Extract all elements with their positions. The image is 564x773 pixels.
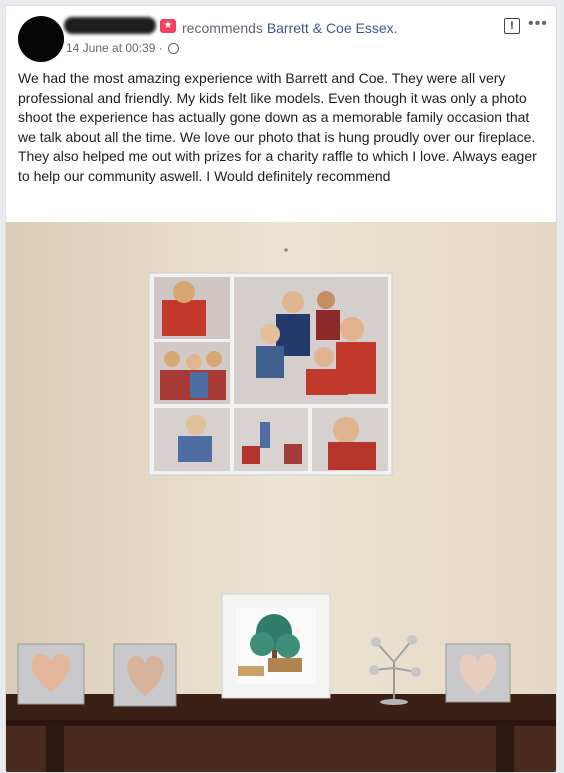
post-meta: 14 June at 00:39 · xyxy=(66,41,180,55)
post-header: ★ recommends Barrett & Coe Essex. 14 Jun… xyxy=(6,6,556,66)
recommend-star-icon: ★ xyxy=(160,19,176,33)
report-icon[interactable]: ! xyxy=(504,18,520,34)
page-name-link[interactable]: Barrett & Coe Essex. xyxy=(267,20,398,36)
photo-collage-canvas xyxy=(148,272,393,476)
meta-separator: · xyxy=(155,41,167,55)
post-timestamp[interactable]: 14 June at 00:39 xyxy=(66,41,155,55)
more-options-icon[interactable]: ••• xyxy=(528,16,548,32)
recommendation-line: recommends Barrett & Coe Essex. xyxy=(182,19,398,37)
wall-mark xyxy=(284,248,288,252)
globe-icon xyxy=(168,43,180,54)
mantelpiece xyxy=(6,694,556,772)
heart-photo-frame-left xyxy=(17,643,85,705)
post-body-text: We had the most amazing experience with … xyxy=(18,70,537,184)
post-card: ★ recommends Barrett & Coe Essex. 14 Jun… xyxy=(5,5,557,773)
family-tree-shadow-box xyxy=(221,593,331,699)
post-photo[interactable] xyxy=(6,222,556,772)
heart-photo-frame-right xyxy=(445,643,511,703)
avatar[interactable] xyxy=(18,16,64,62)
redacted-author-name[interactable] xyxy=(64,17,156,34)
heart-photo-frame-middle-left xyxy=(113,643,177,707)
recommend-verb: recommends xyxy=(182,20,263,36)
